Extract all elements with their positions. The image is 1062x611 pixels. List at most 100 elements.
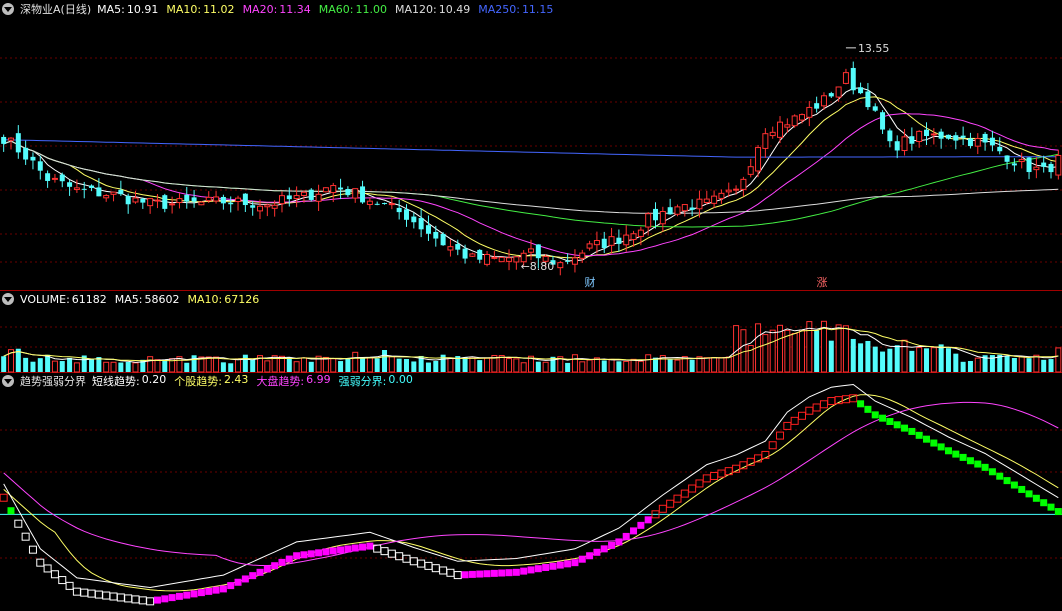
volume-bar-down [118,362,124,372]
price-panel-toggle-icon[interactable] [2,3,14,15]
price-legend-value: 10.49 [438,2,471,16]
volume-bar-down [828,340,834,372]
price-candle-down [308,189,314,200]
price-candle-down [23,147,29,160]
volume-bar-down [814,330,820,372]
price-candle-down [997,146,1003,152]
trend-square-white [431,564,440,573]
volume-bar-up [147,356,154,373]
price-candle-down [220,196,226,204]
price-legend-label: MA120: [395,2,437,16]
trend-square-magenta [168,594,176,602]
price-candle-up [271,204,278,209]
volume-bar-up [842,325,849,373]
trend-square-green [915,431,923,439]
trend-square-green [1054,508,1062,516]
price-candle-down [440,233,446,246]
volume-bar-down [1,356,7,372]
volume-panel-toggle-icon[interactable] [2,293,14,305]
trend-square-magenta [293,552,301,560]
volume-bar-up [725,356,732,373]
volume-bar-up [322,356,329,373]
volume-bar-down [67,357,73,372]
trend-square-green [988,468,996,476]
price-candle-down [477,249,483,260]
volume-bar-down [1004,355,1010,372]
volume-bar-down [945,348,951,372]
trend-square-magenta [564,560,572,568]
price-legend-label: MA5: [97,2,125,16]
price-candle-down [162,195,168,209]
trend-square-magenta [249,572,257,580]
volume-bar-down [689,359,695,372]
trend-square-magenta [315,549,323,557]
price-candle-down [945,134,951,139]
volume-bar-up [571,354,578,373]
trend-square-white [446,568,455,577]
price-candle-up [586,243,593,249]
price-candle-up [725,189,732,193]
volume-bar-down [1041,359,1047,372]
volume-bar-up [73,362,80,373]
trend-square-green [879,414,887,422]
trend-square-green [871,411,879,419]
trend-square-magenta [490,569,498,577]
trend-square-magenta [359,543,367,551]
trend-square-white [453,571,462,580]
price-candle-up [213,196,220,202]
price-candle-up [593,240,600,246]
trend-square-magenta [578,555,586,563]
trend-square-white [138,596,147,605]
trend-square-green [901,424,909,432]
trend-square-magenta [337,546,345,554]
trend-square-white [131,595,140,604]
volume-bar-down [242,354,248,372]
trend-square-white [380,547,389,556]
trend-square-magenta [571,559,579,567]
volume-bar-down [162,360,168,372]
trend-panel-toggle-icon[interactable] [2,375,14,387]
trend-square-red [827,397,836,406]
trend-square-red [702,474,711,483]
price-candle-down [59,174,65,182]
trend-square-magenta [615,538,623,546]
volume-bar-down [1048,359,1054,372]
volume-bar-up [154,359,161,373]
trend-square-magenta [644,516,652,524]
price-candle-down [286,195,292,200]
price-candle-down [89,185,95,189]
volume-bar-up [520,362,527,373]
price-candle-up [110,191,117,195]
trend-square-green [952,450,960,458]
price-legend-label: MA10: [166,2,202,16]
price-candle-down [616,237,622,244]
trend-square-green [1047,503,1055,511]
trend-legend-value: 6.99 [306,373,331,386]
trend-legend-item: 短线趋势: 0.20 [92,373,166,389]
volume-bar-up [51,360,58,373]
price-candle-down [140,198,146,203]
trend-square-green [923,435,931,443]
price-candle-up [791,115,798,127]
trend-square-green [1040,499,1048,507]
price-candle-up [300,191,307,196]
trend-square-red [790,416,799,425]
trend-square-red [717,469,726,478]
volume-bar-down [250,359,256,372]
volume-bar-up [623,360,630,373]
trend-panel-title: 趋势强弱分界 [20,375,86,388]
volume-bar-up [1018,356,1025,373]
price-candle-down [924,129,930,137]
volume-bar-down [125,361,131,372]
volume-bar-down [462,357,468,372]
price-candle-down [242,193,248,206]
volume-bar-up [513,358,520,373]
trend-square-magenta [212,586,220,594]
price-candle-up [330,185,337,194]
volume-bar-up [740,329,747,373]
price-candle-down [1026,157,1032,173]
volume-bar-up [798,329,805,373]
volume-legend-label: VOLUME: [20,292,70,306]
price-candle-down [653,208,659,221]
trend-square-red [680,489,689,498]
